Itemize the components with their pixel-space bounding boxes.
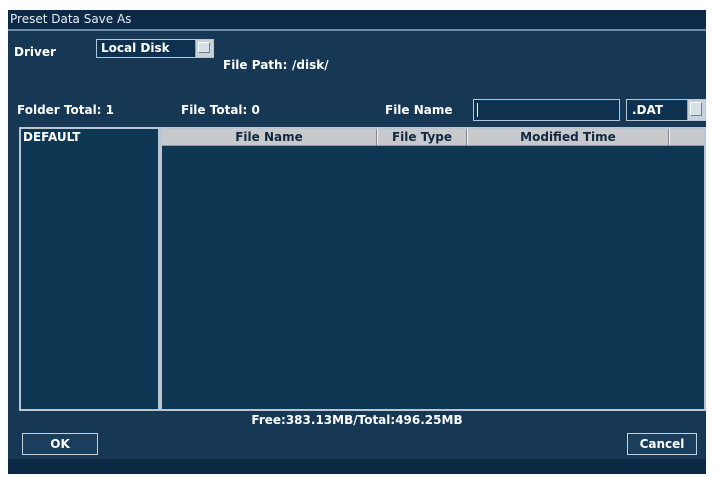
file-name-label: File Name [385, 103, 453, 117]
save-as-dialog: Preset Data Save As Driver Local Disk Fi… [8, 10, 706, 474]
file-path-label: File Path: [223, 58, 288, 72]
ok-button[interactable]: OK [22, 433, 98, 455]
chevron-down-icon[interactable] [687, 100, 705, 120]
cancel-button[interactable]: Cancel [627, 433, 697, 455]
column-header-file-name[interactable]: File Name [162, 129, 376, 145]
extension-selected-value: .DAT [632, 103, 664, 117]
folder-total: Folder Total: 1 [17, 103, 115, 117]
driver-selected-value: Local Disk [101, 41, 170, 55]
driver-label: Driver [14, 45, 56, 59]
driver-dropdown[interactable]: Local Disk [96, 39, 214, 58]
disk-space-info: Free:383.13MB/Total:496.25MB [251, 413, 463, 427]
window-title: Preset Data Save As [8, 10, 706, 29]
file-total: File Total: 0 [181, 103, 260, 117]
text-caret [477, 103, 478, 117]
status-strip [8, 459, 706, 474]
file-path-value: /disk/ [292, 58, 329, 72]
file-table-header: File Name File Type Modified Time [162, 129, 704, 146]
file-name-input[interactable] [473, 99, 620, 121]
file-table[interactable]: File Name File Type Modified Time [160, 127, 706, 411]
title-divider [8, 29, 706, 31]
chevron-down-icon[interactable] [195, 40, 213, 57]
column-header-modified-time[interactable]: Modified Time [468, 129, 668, 145]
extension-dropdown[interactable]: .DAT [626, 99, 706, 121]
folder-item[interactable]: DEFAULT [23, 130, 81, 144]
column-header-file-type[interactable]: File Type [378, 129, 466, 145]
column-header-filler [670, 129, 704, 145]
folder-list[interactable]: DEFAULT [19, 127, 160, 411]
